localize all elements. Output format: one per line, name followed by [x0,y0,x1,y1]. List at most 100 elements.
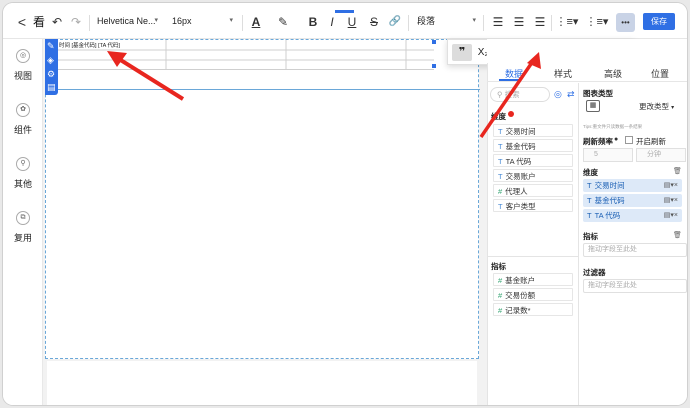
field-item[interactable]: T 基金代码 [493,139,573,152]
table-header-cell: 时间 [基金代码] [TA 代码] [59,43,121,49]
search-icon: ⚲ [497,90,505,99]
search-placeholder: 搜索 [504,90,520,99]
chip-actions-icon[interactable]: ▤▾× [664,179,678,192]
next-page [47,361,477,405]
sidebar-item-label: 其他 [13,179,32,189]
data-table[interactable]: 时间 [基金代码] [TA 代码] [56,40,434,70]
delete-icon[interactable]: 🗑 [673,231,682,239]
search-input[interactable]: ⚲ 搜索 [490,87,550,102]
strikethrough-button[interactable]: S [368,14,380,30]
active-tab-indicator [499,79,521,81]
bold-button[interactable]: B [307,14,319,30]
selection-line [46,89,480,90]
left-sidebar: ◎ 视图 ✿ 组件 ⚲ 其他 ⧉ 复用 [3,39,43,405]
back-button[interactable]: < [15,14,29,30]
bullet-list-icon[interactable]: ⋮≡▾ [555,14,579,30]
sidebar-item-label: 组件 [13,125,32,135]
reuse-icon: ⧉ [16,211,30,225]
dimension-chip[interactable]: T 交易时间 ▤▾× [583,179,682,192]
dimension-section-title: 维度 [583,168,598,177]
refresh-title: 刷新频率 [583,137,613,146]
info-icon: ● [614,136,619,143]
dimension-chip[interactable]: T TA 代码 ▤▾× [583,209,682,222]
refresh-unit-select[interactable]: 分钟 [636,148,686,162]
editor-canvas: 时间 [基金代码] [TA 代码] ✎ ◈ ⚙ ▤ [43,39,487,405]
underline-button[interactable]: U [346,14,358,30]
refresh-checkbox[interactable] [625,136,633,144]
resize-handle[interactable] [432,40,436,44]
component-tools: ✎ ◈ ⚙ ▤ [45,39,58,95]
sidebar-item-label: 视图 [13,71,32,81]
numbered-list-icon[interactable]: ⋮≡▾ [585,14,609,30]
font-size-select[interactable]: 16px ▾ [167,13,237,31]
field-item[interactable]: # 记录数* [493,303,573,316]
swap-icon[interactable]: ⇄ [567,89,575,100]
dimension-chip[interactable]: T 基金代码 ▤▾× [583,194,682,207]
app-window: < 看 ↶ ↷ Helvetica Ne... ▾ 16px ▾ A ✎ B I… [3,3,687,405]
field-item[interactable]: T 交易账户 [493,169,573,182]
metric-list-title: 指标 [491,262,506,271]
divider [487,81,687,82]
table-chart-icon[interactable]: ▦ [586,100,600,112]
refresh-toggle-label: 开启刷新 [636,137,666,146]
divider [408,15,409,31]
resize-handle[interactable] [432,64,436,68]
sidebar-item-view[interactable]: ◎ 视图 [3,49,43,82]
chevron-down-icon: ▾ [154,17,158,24]
tab-style[interactable]: 样式 [554,67,572,80]
paragraph-select[interactable]: 段落 ▾ [412,13,480,31]
report-page[interactable]: 时间 [基金代码] [TA 代码] [45,39,480,359]
divider [578,83,579,405]
undo-icon[interactable]: ↶ [50,14,64,30]
metric-drop-zone[interactable]: 拖动字段至此处 [583,243,687,257]
tips-text: Tips:重文件只读数据一条结果 [583,124,643,129]
change-type-select[interactable]: 更改类型 ▾ [639,100,683,114]
text-color-icon[interactable]: A [247,14,265,30]
chip-actions-icon[interactable]: ▤▾× [664,194,678,207]
redo-icon[interactable]: ↷ [69,14,83,30]
align-center-icon[interactable]: ☰ [513,14,525,30]
view-icon: ◎ [16,49,30,63]
other-icon: ⚲ [16,157,30,171]
italic-button[interactable]: I [326,14,338,30]
refresh-interval-input[interactable]: 5 [583,148,633,162]
field-item[interactable]: T 客户类型 [493,199,573,212]
filter-drop-zone[interactable]: 拖动字段至此处 [583,279,687,293]
paragraph-value: 段落 [417,16,436,26]
settings-icon[interactable]: ◎ [554,89,562,100]
database-icon[interactable]: ▤ [47,82,56,93]
field-item[interactable]: T TA 代码 [493,154,573,167]
link-icon[interactable]: 🔗 [388,14,402,30]
divider [487,63,488,405]
chevron-down-icon: ▾ [671,105,675,111]
highlight-icon[interactable]: ✎ [275,14,291,30]
sidebar-item-label: 复用 [13,233,32,243]
quote-button[interactable]: ❞ [452,44,472,61]
delete-icon[interactable]: 🗑 [673,167,682,175]
sidebar-item-reuse[interactable]: ⧉ 复用 [3,211,43,244]
tab-advanced[interactable]: 高级 [604,67,622,80]
chip-actions-icon[interactable]: ▤▾× [664,209,678,222]
sidebar-item-component[interactable]: ✿ 组件 [3,103,43,136]
field-item[interactable]: # 代理人 [493,184,573,197]
divider [89,15,90,31]
settings-icon[interactable]: ⚙ [47,69,55,80]
dimension-list-title: 维度 [491,112,506,121]
align-left-icon[interactable]: ☰ [492,14,504,30]
field-item[interactable]: # 基金账户 [493,273,573,286]
sidebar-item-other[interactable]: ⚲ 其他 [3,157,43,190]
divider [242,15,243,31]
chevron-down-icon: ▾ [472,17,476,24]
save-button[interactable]: 保存 [643,13,675,30]
tab-position[interactable]: 位置 [651,67,669,80]
layers-icon[interactable]: ◈ [47,55,54,66]
align-right-icon[interactable]: ☰ [534,14,546,30]
component-icon: ✿ [16,103,30,117]
field-item[interactable]: # 交易份额 [493,288,573,301]
more-button[interactable]: ••• [616,13,635,32]
divider [487,256,579,257]
font-family-select[interactable]: Helvetica Ne... ▾ [92,13,162,31]
field-item[interactable]: T 交易时间 [493,124,573,137]
divider [551,15,552,31]
edit-icon[interactable]: ✎ [47,41,55,52]
